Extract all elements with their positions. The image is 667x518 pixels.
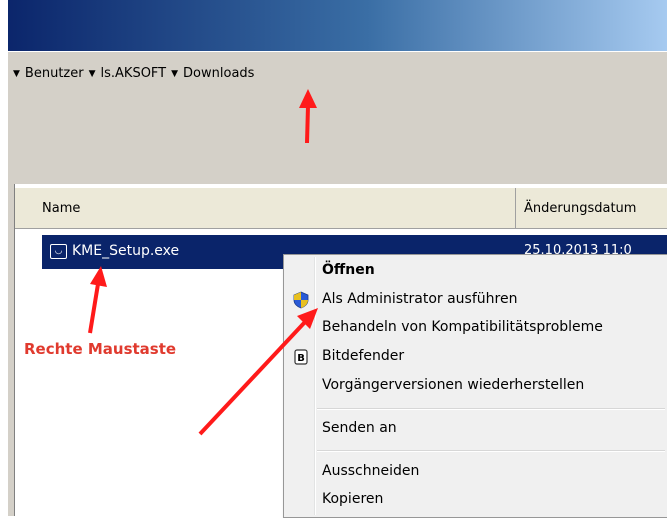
arrow-to-run-as-admin-icon — [198, 308, 318, 436]
arrow-to-downloads-icon — [299, 89, 317, 144]
annotation-arrows — [88, 89, 318, 436]
arrow-to-file-icon — [88, 266, 107, 334]
